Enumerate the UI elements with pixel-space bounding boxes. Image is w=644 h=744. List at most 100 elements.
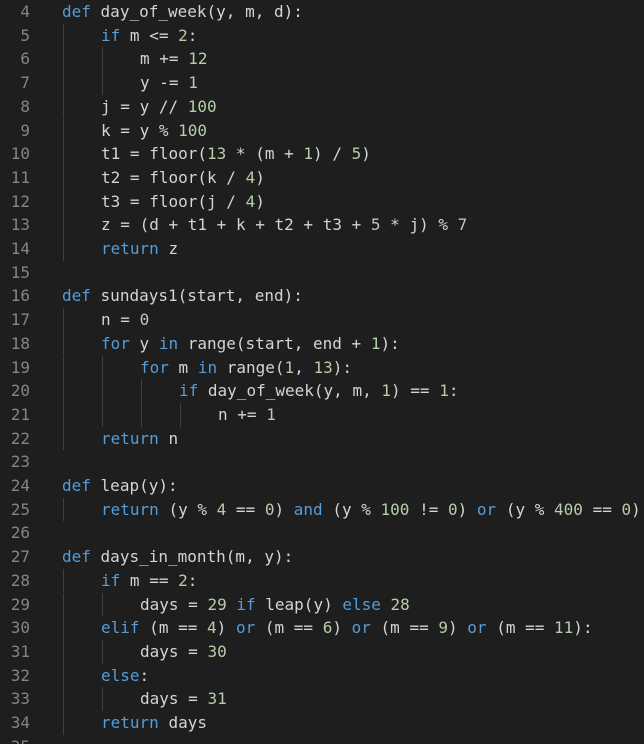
indent-guide [63, 568, 64, 593]
indent-guide [63, 47, 64, 72]
code-text: def sundays1(start, end): [62, 286, 303, 306]
indent-guide [102, 47, 103, 72]
code-line[interactable]: 14 return z [0, 237, 644, 261]
line-number: 23 [10, 452, 30, 472]
code-line[interactable]: 20 if day_of_week(y, m, 1) == 1: [0, 379, 644, 403]
line-number: 34 [10, 713, 30, 732]
code-line[interactable]: 9 k = y % 100 [0, 118, 644, 143]
line-number: 4 [20, 2, 30, 21]
code-line[interactable]: 26 [0, 521, 644, 545]
code-line[interactable]: 22 return n [0, 426, 644, 451]
code-line[interactable]: 13 z = (d + t1 + k + t2 + t3 + 5 * j) % 7 [0, 213, 644, 237]
code-line[interactable]: 4 def day_of_week(y, m, d): [0, 0, 644, 24]
line-number: 32 [10, 665, 30, 685]
code-text: def days_in_month(m, y): [62, 547, 294, 567]
code-line[interactable]: 27 def days_in_month(m, y): [0, 545, 644, 569]
code-text: return n [101, 428, 179, 448]
line-number: 30 [10, 618, 30, 638]
indent-guide [63, 237, 64, 261]
indent-guide [63, 687, 64, 711]
code-line[interactable]: 16 def sundays1(start, end): [0, 284, 644, 308]
code-line[interactable]: 11 t2 = floor(k / 4) [0, 165, 644, 190]
code-line[interactable]: 34 return days [0, 711, 644, 735]
code-line[interactable]: 15 [0, 261, 644, 285]
code-text: n = 0 [101, 310, 150, 330]
code-line[interactable]: 33 days = 31 [0, 687, 644, 711]
indent-guide [102, 592, 103, 617]
line-number: 9 [20, 120, 30, 140]
code-text: if m == 2: [101, 570, 198, 590]
indent-guide [63, 426, 64, 451]
code-line[interactable]: 17 n = 0 [0, 308, 644, 332]
line-number: 15 [10, 262, 30, 282]
code-line[interactable]: 18 for y in range(start, end + 1): [0, 331, 644, 356]
indent-guide [141, 402, 142, 427]
line-number: 28 [10, 570, 30, 590]
line-number: 27 [10, 547, 30, 567]
code-text: m += 12 [140, 49, 208, 69]
code-line[interactable]: 24 def leap(y): [0, 474, 644, 498]
line-number: 20 [10, 381, 30, 401]
indent-guide [102, 639, 103, 664]
code-line[interactable]: 19 for m in range(1, 13): [0, 355, 644, 380]
indent-guide [63, 592, 64, 617]
code-text: else: [101, 665, 150, 685]
code-text: t3 = floor(j / 4) [101, 191, 265, 211]
line-number: 25 [10, 499, 30, 519]
code-text: t1 = floor(13 * (m + 1) / 5) [101, 144, 371, 164]
code-line[interactable]: 29 days = 29 if leap(y) else 28 [0, 592, 644, 617]
code-line[interactable]: 7 y -= 1 [0, 71, 644, 95]
code-line[interactable]: 21 n += 1 [0, 402, 644, 427]
indent-guide [102, 355, 103, 380]
line-number: 24 [10, 476, 30, 495]
line-number: 29 [10, 594, 30, 614]
code-line[interactable]: 10 t1 = floor(13 * (m + 1) / 5) [0, 142, 644, 166]
code-line[interactable]: 35 [0, 735, 644, 744]
code-text: if m <= 2: [101, 25, 198, 45]
code-text: return z [101, 239, 179, 258]
line-number: 19 [10, 357, 30, 377]
line-number: 14 [10, 239, 30, 258]
indent-guide [63, 497, 64, 522]
indent-guide [63, 616, 64, 640]
code-text: for m in range(1, 13): [140, 357, 353, 377]
line-number: 17 [10, 310, 30, 330]
line-number: 13 [10, 215, 30, 235]
code-text: days = 29 if leap(y) else 28 [140, 594, 410, 614]
code-text: def leap(y): [62, 476, 178, 495]
code-line[interactable]: 8 j = y // 100 [0, 94, 644, 119]
indent-guide [102, 71, 103, 95]
line-number: 6 [20, 49, 30, 69]
code-editor[interactable]: 4 def day_of_week(y, m, d): 5 if m <= 2: 6 m … [0, 0, 644, 744]
code-text: j = y // 100 [101, 96, 217, 116]
code-text: y -= 1 [140, 73, 198, 93]
code-text: return (y % 4 == 0) and (y % 100 != 0) o… [101, 499, 641, 519]
code-line[interactable]: 31 days = 30 [0, 639, 644, 664]
code-text: k = y % 100 [101, 120, 208, 140]
code-line[interactable]: 30 elif (m == 4) or (m == 6) or (m == 9) … [0, 616, 644, 640]
indent-guide [63, 23, 64, 48]
code-line[interactable]: 12 t3 = floor(j / 4) [0, 189, 644, 214]
code-line[interactable]: 28 if m == 2: [0, 568, 644, 593]
indent-guide [63, 663, 64, 688]
code-line[interactable]: 32 else: [0, 663, 644, 688]
indent-guide [63, 213, 64, 237]
line-number: 11 [10, 167, 30, 187]
line-number: 16 [10, 286, 30, 306]
indent-guide [102, 402, 103, 427]
indent-guide [63, 331, 64, 356]
indent-guide [63, 379, 64, 403]
code-text: if day_of_week(y, m, 1) == 1: [179, 381, 459, 401]
code-line[interactable]: 6 m += 12 [0, 47, 644, 72]
indent-guide [63, 308, 64, 332]
code-line[interactable]: 23 [0, 450, 644, 474]
indent-guide [63, 165, 64, 190]
line-number: 12 [10, 191, 30, 211]
line-number: 7 [20, 73, 30, 93]
indent-guide [63, 71, 64, 95]
code-line[interactable]: 25 return (y % 4 == 0) and (y % 100 != 0)… [0, 497, 644, 522]
code-line[interactable]: 5 if m <= 2: [0, 23, 644, 48]
code-text: t2 = floor(k / 4) [101, 167, 265, 187]
line-number: 31 [10, 641, 30, 661]
line-number: 21 [10, 404, 30, 424]
